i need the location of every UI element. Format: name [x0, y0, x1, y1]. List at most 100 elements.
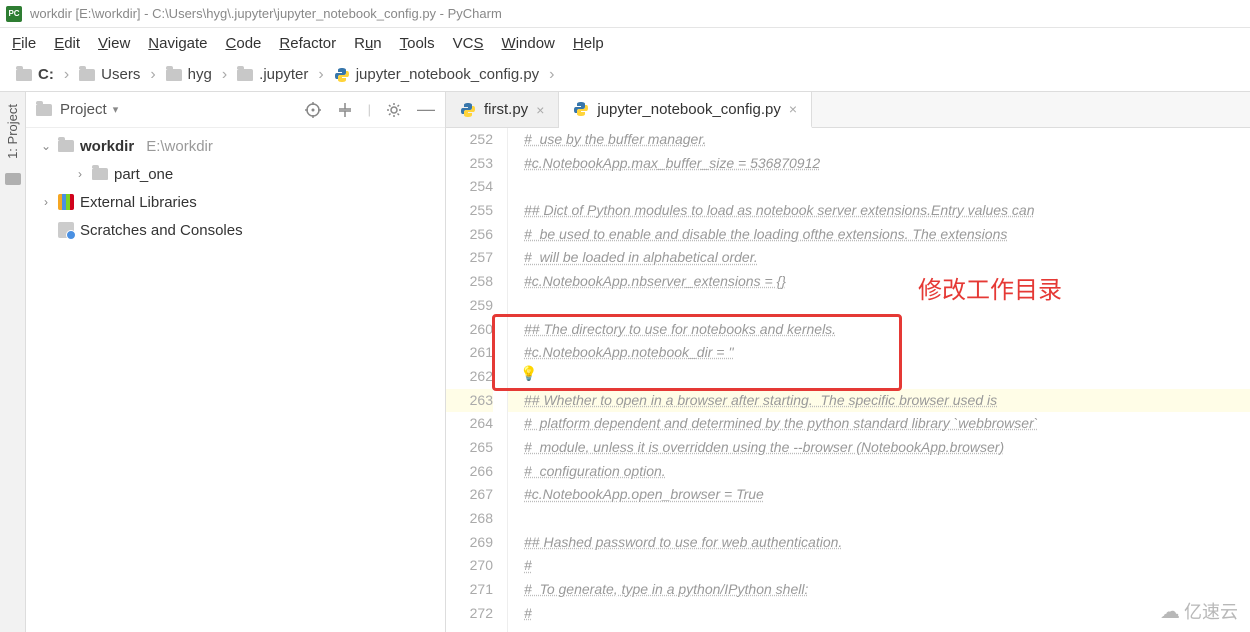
breadcrumb-item[interactable]: hyg [162, 66, 216, 83]
tree-item[interactable]: › External Libraries [26, 188, 445, 216]
menu-tools[interactable]: Tools [400, 35, 435, 52]
chevron-right-icon: › [312, 66, 329, 84]
breadcrumb-item[interactable]: jupyter_notebook_config.py [330, 66, 543, 83]
line-number: 257 [446, 246, 493, 270]
line-number: 262 [446, 365, 493, 389]
app-icon: PC [6, 6, 22, 22]
menu-file[interactable]: File [12, 35, 36, 52]
menu-window[interactable]: Window [502, 35, 555, 52]
code-line[interactable]: # platform dependent and determined by t… [524, 412, 1250, 436]
folder-icon [237, 69, 253, 81]
tree-item[interactable]: ⌄workdirE:\workdir [26, 132, 445, 160]
line-number: 260 [446, 318, 493, 342]
menu-bar: File Edit View Navigate Code Refactor Ru… [0, 28, 1250, 58]
code-area[interactable]: # use by the buffer manager.#c.NotebookA… [508, 128, 1250, 632]
line-number: 258 [446, 270, 493, 294]
code-line[interactable]: ## Hashed password to use for web authen… [524, 531, 1250, 555]
code-line[interactable]: ## Dict of Python modules to load as not… [524, 199, 1250, 223]
code-line[interactable]: # [524, 554, 1250, 578]
breadcrumb-item[interactable]: C: [12, 66, 58, 83]
code-line[interactable]: #c.NotebookApp.open_browser = True [524, 483, 1250, 507]
line-number: 261 [446, 341, 493, 365]
breadcrumb-item[interactable]: Users [75, 66, 144, 83]
code-line[interactable]: # module, unless it is overridden using … [524, 436, 1250, 460]
line-number: 265 [446, 436, 493, 460]
close-icon[interactable]: × [536, 102, 544, 118]
menu-refactor[interactable]: Refactor [279, 35, 336, 52]
python-file-icon [460, 102, 476, 118]
chevron-right-icon: › [216, 66, 233, 84]
code-line[interactable]: # will be loaded in alphabetical order. [524, 246, 1250, 270]
tab-label: jupyter_notebook_config.py [597, 101, 780, 118]
code-line[interactable]: ## The directory to use for notebooks an… [524, 318, 1250, 342]
python-file-icon [334, 67, 350, 83]
target-icon[interactable] [304, 101, 322, 119]
tree-caret-icon[interactable]: › [74, 167, 86, 181]
chevron-down-icon[interactable]: ▾ [113, 103, 119, 116]
breadcrumb: C: › Users › hyg › .jupyter › jupyter_no… [0, 58, 1250, 92]
tree-item-label: Scratches and Consoles [80, 222, 243, 239]
menu-run[interactable]: Run [354, 35, 382, 52]
line-number: 271 [446, 578, 493, 602]
editor[interactable]: 2522532542552562572582592602612622632642… [446, 128, 1250, 632]
menu-navigate[interactable]: Navigate [148, 35, 207, 52]
editor-tab[interactable]: first.py × [446, 92, 559, 127]
tree-item-label: External Libraries [80, 194, 197, 211]
tree-item[interactable]: Scratches and Consoles [26, 216, 445, 244]
side-tool-strip: 1: Project [0, 92, 26, 632]
gutter: 2522532542552562572582592602612622632642… [446, 128, 508, 632]
folder-icon [36, 104, 52, 116]
menu-help[interactable]: Help [573, 35, 604, 52]
window-title: workdir [E:\workdir] - C:\Users\hyg\.jup… [30, 6, 502, 21]
chevron-right-icon: › [58, 66, 75, 84]
tree-item[interactable]: ›part_one [26, 160, 445, 188]
hide-icon[interactable]: — [417, 101, 435, 119]
line-number: 254 [446, 175, 493, 199]
project-panel: Project ▾ | — ⌄workdirE:\workdir›part_on… [26, 92, 446, 632]
code-line[interactable]: #c.NotebookApp.nbserver_extensions = {} [524, 270, 1250, 294]
code-line[interactable]: # To generate, type in a python/IPython … [524, 578, 1250, 602]
editor-area: first.py × jupyter_notebook_config.py × 252… [446, 92, 1250, 632]
close-icon[interactable]: × [789, 101, 797, 117]
code-line[interactable]: # configuration option. [524, 460, 1250, 484]
code-line[interactable]: # [524, 602, 1250, 626]
menu-vcs[interactable]: VCS [453, 35, 484, 52]
tree-caret-icon[interactable]: ⌄ [40, 139, 52, 153]
code-line[interactable] [524, 294, 1250, 318]
line-number: 252 [446, 128, 493, 152]
code-line[interactable]: #c.NotebookApp.max_buffer_size = 5368709… [524, 152, 1250, 176]
code-line[interactable] [524, 507, 1250, 531]
tab-label: first.py [484, 101, 528, 118]
python-file-icon [573, 101, 589, 117]
title-bar: PC workdir [E:\workdir] - C:\Users\hyg\.… [0, 0, 1250, 28]
line-number: 263 [446, 389, 493, 413]
line-number: 269 [446, 531, 493, 555]
editor-tabs: first.py × jupyter_notebook_config.py × [446, 92, 1250, 128]
code-line[interactable] [524, 365, 1250, 389]
menu-view[interactable]: View [98, 35, 130, 52]
line-number: 253 [446, 152, 493, 176]
code-line[interactable]: # use by the buffer manager. [524, 128, 1250, 152]
breadcrumb-item[interactable]: .jupyter [233, 66, 312, 83]
tree-caret-icon[interactable]: › [40, 195, 52, 209]
code-line[interactable]: # be used to enable and disable the load… [524, 223, 1250, 247]
menu-code[interactable]: Code [226, 35, 262, 52]
folder-icon [79, 69, 95, 81]
collapse-all-icon[interactable] [336, 101, 354, 119]
line-number: 266 [446, 460, 493, 484]
line-number: 264 [446, 412, 493, 436]
scratch-icon [58, 222, 74, 238]
project-tool-tab[interactable]: 1: Project [5, 96, 20, 167]
code-line[interactable]: #c.NotebookApp.notebook_dir = '' [524, 341, 1250, 365]
project-tree: ⌄workdirE:\workdir›part_one›External Lib… [26, 128, 445, 248]
menu-edit[interactable]: Edit [54, 35, 80, 52]
library-icon [58, 194, 74, 210]
gear-icon[interactable] [385, 101, 403, 119]
code-line[interactable]: ## Whether to open in a browser after st… [524, 389, 1250, 413]
chevron-right-icon: › [144, 66, 161, 84]
code-line[interactable] [524, 175, 1250, 199]
editor-tab[interactable]: jupyter_notebook_config.py × [559, 92, 812, 128]
folder-icon [166, 69, 182, 81]
line-number: 255 [446, 199, 493, 223]
project-panel-title[interactable]: Project [60, 101, 107, 118]
